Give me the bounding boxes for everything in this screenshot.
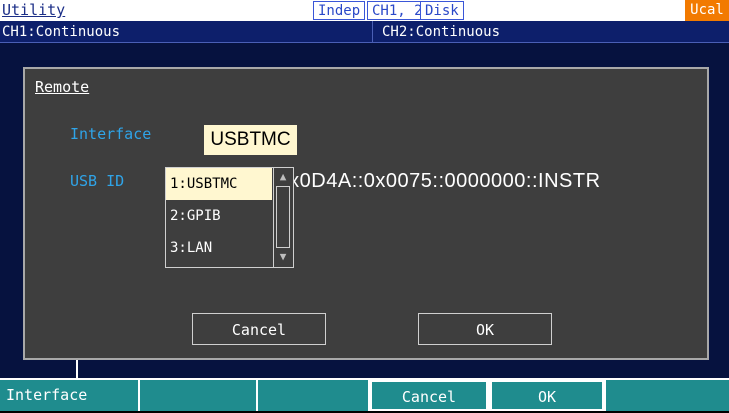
- dropdown-option-gpib[interactable]: 2:GPIB: [166, 200, 272, 232]
- dropdown-option-lan[interactable]: 3:LAN: [166, 232, 272, 264]
- softkey-ok[interactable]: OK: [490, 380, 604, 411]
- softkey-2[interactable]: [140, 380, 256, 411]
- indep-tag: Indep: [313, 1, 366, 20]
- interface-label: Interface: [70, 125, 152, 143]
- ucal-badge: Ucal: [685, 0, 729, 21]
- dropdown-option-usbtmc[interactable]: 1:USBTMC: [166, 168, 272, 200]
- softkey-interface[interactable]: Interface: [0, 380, 138, 411]
- page-title: Utility: [2, 1, 66, 19]
- triangle-down-icon[interactable]: ▼: [273, 248, 293, 266]
- ok-button[interactable]: OK: [418, 313, 552, 345]
- remote-dialog: [23, 67, 709, 360]
- channel-divider: [372, 21, 373, 43]
- triangle-up-icon[interactable]: ▲: [273, 168, 293, 186]
- disk-tag: Disk: [420, 1, 464, 20]
- usb-id-label: USB ID: [70, 172, 125, 190]
- usb-id-value: )x0D4A::0x0075::0000000::INSTR: [282, 170, 601, 192]
- dialog-title: Remote: [35, 78, 90, 96]
- softkey-cancel[interactable]: Cancel: [370, 380, 488, 411]
- cancel-button[interactable]: Cancel: [192, 313, 326, 345]
- ch2-status: CH2:Continuous: [382, 24, 501, 40]
- channels-tag: CH1, 2: [367, 1, 428, 20]
- softkey-3[interactable]: [258, 380, 368, 411]
- interface-field[interactable]: USBTMC: [204, 125, 297, 155]
- ch1-status: CH1:Continuous: [2, 24, 121, 40]
- scrollbar-thumb[interactable]: [276, 186, 290, 248]
- softkey-6[interactable]: [606, 380, 729, 411]
